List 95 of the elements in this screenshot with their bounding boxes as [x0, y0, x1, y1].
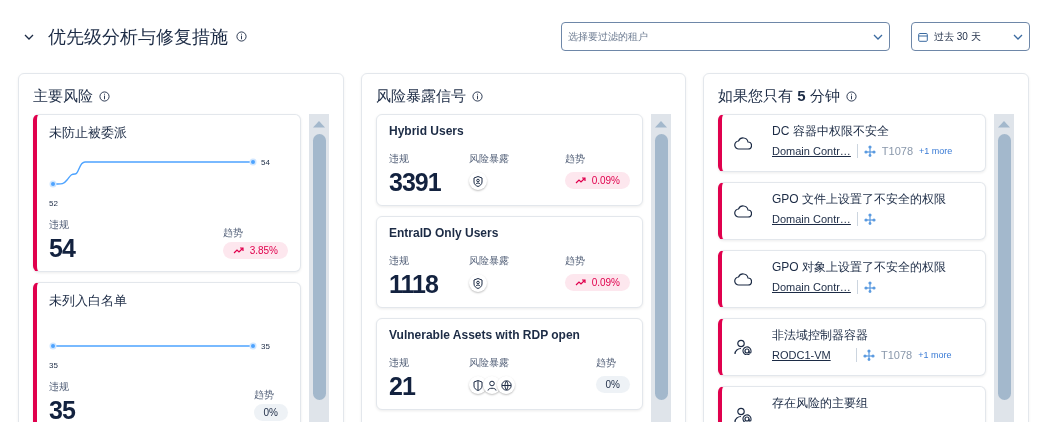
exposure-label: 风险暴露	[469, 152, 510, 166]
chevron-down-icon	[873, 33, 883, 40]
signal-title: Hybrid Users	[389, 124, 465, 138]
info-icon[interactable]	[472, 90, 483, 102]
shield-user-icon	[473, 277, 483, 289]
user-at-icon	[734, 407, 752, 422]
network-icon	[863, 213, 876, 225]
cloud-icon	[734, 204, 752, 218]
scrollbar[interactable]	[309, 114, 329, 422]
tenant-filter-select[interactable]: 选择要过滤的租户	[561, 22, 890, 51]
end-value: 54	[261, 158, 270, 167]
calendar-icon	[918, 31, 928, 42]
exposure-label: 风险暴露	[469, 356, 510, 370]
trend-label: 趋势	[564, 254, 586, 268]
network-icon	[863, 281, 876, 293]
remediation-item[interactable]: 非法域控制器容器 RODC1-VM T1078 +1 more	[718, 318, 986, 376]
shield-user-icon	[473, 175, 483, 187]
remediation-title: GPO 文件上设置了不安全的权限	[772, 191, 946, 208]
more-link[interactable]: +1 more	[919, 146, 953, 156]
trend-badge: 0%	[595, 376, 630, 393]
risk-card[interactable]: 未防止被委派 54 52 违规 54 趋势 3.85%	[33, 114, 301, 272]
signal-card[interactable]: EntraID Only Users 违规 1118 风险暴露 趋势 0.09%	[376, 216, 643, 308]
trend-label: 趋势	[595, 356, 617, 370]
target-link[interactable]: Domain Contr…	[772, 213, 851, 225]
trend-label: 趋势	[253, 388, 274, 402]
remediation-title: 非法域控制器容器	[772, 327, 869, 344]
trend-up-icon	[232, 247, 244, 254]
target-link[interactable]: Domain Contr…	[772, 145, 851, 157]
violations-label: 违规	[49, 380, 70, 394]
start-value: 52	[49, 199, 58, 208]
trend-label: 趋势	[564, 152, 586, 166]
scrollbar[interactable]	[994, 114, 1014, 422]
signal-title: EntraID Only Users	[389, 226, 500, 240]
scrollbar[interactable]	[651, 114, 671, 422]
shield-icon	[473, 379, 483, 391]
violations-count: 54	[49, 234, 75, 263]
network-icon	[863, 349, 875, 361]
trend-badge: 0%	[253, 404, 288, 421]
scrollbar-thumb[interactable]	[312, 134, 326, 400]
trend-badge: 3.85%	[222, 242, 288, 259]
violations-count: 35	[49, 396, 75, 422]
network-icon	[863, 145, 876, 157]
cloud-icon	[734, 272, 752, 286]
signal-title: Vulnerable Assets with RDP open	[389, 328, 581, 342]
violations-count: 3391	[389, 168, 442, 197]
signal-card[interactable]: Vulnerable Assets with RDP open 违规 21 风险暴露 趋势 0%	[376, 318, 643, 410]
cloud-icon	[734, 136, 752, 150]
end-value: 35	[261, 342, 270, 351]
scrollbar-thumb[interactable]	[654, 134, 668, 400]
remediation-title: DC 容器中权限不安全	[772, 123, 890, 140]
technique-id: T1078	[881, 349, 913, 361]
risk-title: 未列入白名单	[49, 292, 128, 310]
chevron-down-icon	[1013, 33, 1023, 40]
technique-id: T1078	[881, 145, 914, 157]
start-value: 35	[49, 361, 58, 370]
trend-label: 趋势	[222, 226, 243, 240]
violations-label: 违规	[389, 254, 410, 268]
info-icon[interactable]	[845, 90, 857, 102]
target-link[interactable]: RODC1-VM	[772, 349, 850, 361]
remediation-item[interactable]: GPO 文件上设置了不安全的权限 Domain Contr…	[718, 182, 986, 240]
violations-label: 违规	[389, 356, 410, 370]
trend-up-icon	[574, 279, 586, 286]
violations-label: 违规	[389, 152, 410, 166]
panel-title: 如果您只有 5 分钟	[718, 86, 840, 106]
remediation-title: GPO 对象上设置了不安全的权限	[772, 259, 946, 276]
remediation-item[interactable]: GPO 对象上设置了不安全的权限 Domain Contr…	[718, 250, 986, 308]
scroll-up-icon[interactable]	[997, 120, 1011, 128]
trend-badge: 0.09%	[564, 274, 630, 291]
globe-icon	[500, 379, 512, 391]
section-title: 优先级分析与修复措施	[48, 25, 228, 49]
trend-badge: 0.09%	[564, 172, 630, 189]
date-range-select[interactable]: 过去 30 天	[911, 22, 1030, 51]
exposure-label: 风险暴露	[469, 254, 510, 268]
violations-count: 21	[389, 372, 417, 401]
remediation-item[interactable]: DC 容器中权限不安全 Domain Contr… T1078 +1 more	[718, 114, 986, 172]
scroll-up-icon[interactable]	[654, 120, 668, 128]
info-icon[interactable]	[236, 31, 247, 42]
panel-title: 主要风险	[33, 86, 93, 106]
trend-up-icon	[574, 177, 586, 184]
remediation-item[interactable]: 存在风险的主要组	[718, 386, 986, 422]
panel-title: 风险暴露信号	[376, 86, 466, 106]
signal-card[interactable]: Hybrid Users 违规 3391 风险暴露 趋势 0.09%	[376, 114, 643, 206]
violations-count: 1118	[389, 270, 439, 299]
violations-label: 违规	[49, 218, 70, 232]
info-icon[interactable]	[99, 90, 110, 102]
scroll-up-icon[interactable]	[312, 120, 326, 128]
user-icon	[487, 379, 497, 391]
collapse-chevron-icon[interactable]	[24, 33, 34, 40]
risk-card[interactable]: 未列入白名单 35 35 违规 35 趋势 0%	[33, 282, 301, 422]
more-link[interactable]: +1 more	[918, 350, 952, 360]
scrollbar-thumb[interactable]	[997, 134, 1011, 400]
target-link[interactable]: Domain Contr…	[772, 281, 851, 293]
user-at-icon	[734, 339, 752, 355]
remediation-title: 存在风险的主要组	[772, 395, 868, 412]
risk-title: 未防止被委派	[49, 124, 128, 142]
